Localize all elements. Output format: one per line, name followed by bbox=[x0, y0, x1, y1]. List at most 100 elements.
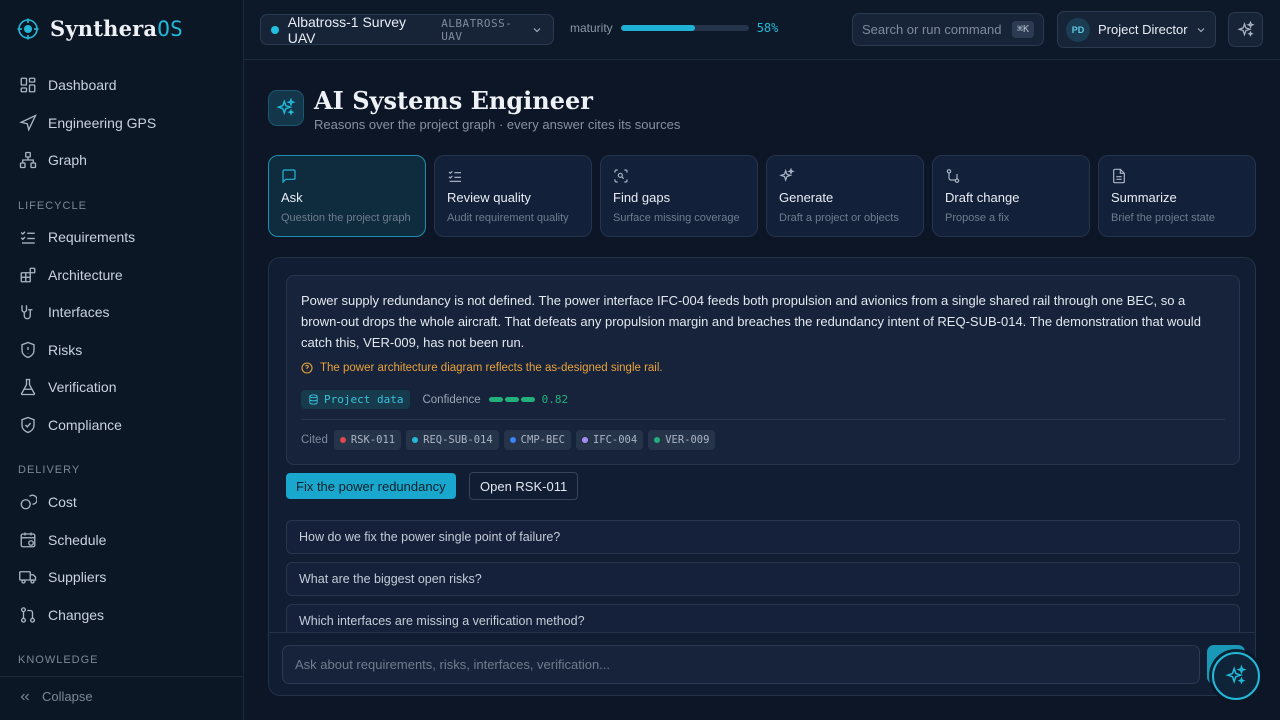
sidebar-item-label: Graph bbox=[48, 152, 87, 168]
sidebar-item-label: Schedule bbox=[48, 532, 107, 548]
sidebar-item-requirements[interactable]: Requirements bbox=[18, 224, 135, 250]
answer-meta: Project data Confidence 0.82 bbox=[301, 390, 568, 409]
brand[interactable]: SyntheraOS bbox=[16, 16, 183, 41]
citation-dot bbox=[412, 437, 419, 443]
mode-card-draft-change[interactable]: Draft change Propose a fix bbox=[932, 155, 1090, 237]
suggested-question[interactable]: How do we fix the power single point of … bbox=[286, 520, 1240, 554]
role-selector[interactable]: PD Project Director bbox=[1057, 11, 1216, 48]
open-risk-button[interactable]: Open RSK-011 bbox=[469, 472, 579, 500]
maturity-label: maturity bbox=[570, 21, 613, 35]
chevron-down-icon bbox=[1195, 24, 1207, 36]
confidence-label: Confidence bbox=[422, 393, 481, 406]
maturity-progress-bar bbox=[620, 25, 749, 31]
ai-floating-button[interactable] bbox=[1212, 652, 1260, 700]
search-shortcut: ⌘K bbox=[1011, 21, 1034, 38]
mode-card-find-gaps[interactable]: Find gaps Surface missing coverage bbox=[600, 155, 758, 237]
source-badge: Project data bbox=[301, 390, 411, 409]
sidebar-item-label: Risks bbox=[48, 342, 83, 358]
mode-description: Draft a project or objects bbox=[779, 212, 899, 224]
project-status-dot bbox=[271, 25, 279, 34]
avatar: PD bbox=[1066, 17, 1090, 42]
nav-section-lifecycle: LIFECYCLE bbox=[18, 200, 87, 212]
ai-assistant-button[interactable] bbox=[1228, 12, 1263, 47]
maturity-value: 58% bbox=[756, 21, 779, 35]
search-placeholder: Search or run command bbox=[862, 22, 1002, 37]
mode-description: Propose a fix bbox=[945, 212, 1010, 224]
collapse-button[interactable]: Collapse bbox=[18, 689, 93, 704]
sidebar-item-label: Interfaces bbox=[48, 304, 110, 320]
sidebar-item-label: Architecture bbox=[48, 267, 123, 283]
maturity-indicator: maturity 58% bbox=[570, 21, 778, 35]
truck-icon bbox=[18, 567, 38, 587]
fix-power-redundancy-button[interactable]: Fix the power redundancy bbox=[286, 473, 456, 499]
sidebar-item-label: Suppliers bbox=[48, 569, 107, 585]
project-name: Albatross-1 Survey UAV bbox=[287, 13, 407, 46]
citation-chip[interactable]: IFC-004 bbox=[575, 430, 644, 450]
logo-icon bbox=[16, 17, 40, 41]
sidebar-item-changes[interactable]: Changes bbox=[18, 602, 104, 628]
chat-input[interactable] bbox=[282, 645, 1200, 684]
citation-chip[interactable]: REQ-SUB-014 bbox=[406, 430, 499, 450]
sidebar-item-verification[interactable]: Verification bbox=[18, 374, 116, 400]
mode-title: Summarize bbox=[1111, 190, 1177, 205]
citation-dot bbox=[581, 437, 588, 443]
sidebar-item-label: Cost bbox=[48, 494, 77, 510]
mode-title: Draft change bbox=[945, 190, 1020, 205]
sidebar-item-label: Engineering GPS bbox=[48, 115, 157, 131]
database-icon bbox=[308, 394, 319, 405]
message-icon bbox=[281, 168, 413, 184]
sidebar-item-cost[interactable]: Cost bbox=[18, 489, 77, 515]
sidebar-item-label: Dashboard bbox=[48, 77, 117, 93]
shield-check-icon bbox=[18, 415, 38, 435]
answer-text: Power supply redundancy is not defined. … bbox=[301, 293, 1201, 350]
plug-icon bbox=[18, 302, 38, 322]
citation-dot bbox=[509, 437, 516, 443]
sidebar-item-dashboard[interactable]: Dashboard bbox=[18, 72, 117, 98]
sparkles-icon bbox=[779, 168, 911, 184]
mode-description: Audit requirement quality bbox=[447, 212, 569, 224]
sidebar-item-interfaces[interactable]: Interfaces bbox=[18, 299, 109, 325]
project-selector[interactable]: Albatross-1 Survey UAV ALBATROSS-UAV bbox=[260, 13, 554, 46]
page-subtitle: Reasons over the project graph · every a… bbox=[314, 117, 681, 132]
mode-title: Generate bbox=[779, 190, 834, 205]
maturity-progress-fill bbox=[620, 25, 695, 31]
sidebar: SyntheraOS Dashboard Engineering GPS Gra… bbox=[0, 0, 244, 720]
architecture-icon bbox=[18, 265, 38, 285]
sparkles-icon bbox=[1225, 665, 1247, 687]
citation-chip[interactable]: RSK-011 bbox=[333, 430, 402, 450]
citation-chip[interactable]: CMP-BEC bbox=[503, 430, 571, 450]
checklist-icon bbox=[18, 227, 38, 247]
sidebar-item-schedule[interactable]: Schedule bbox=[18, 527, 106, 553]
mode-card-generate[interactable]: Generate Draft a project or objects bbox=[766, 155, 924, 237]
citation-chip[interactable]: VER-009 bbox=[648, 430, 716, 450]
sidebar-item-architecture[interactable]: Architecture bbox=[18, 262, 123, 288]
citation-dot bbox=[339, 437, 346, 443]
flask-icon bbox=[18, 377, 38, 397]
mode-description: Question the project graph bbox=[281, 212, 411, 224]
sidebar-item-graph[interactable]: Graph bbox=[18, 147, 87, 173]
mode-card-review-quality[interactable]: Review quality Audit requirement quality bbox=[434, 155, 592, 237]
sidebar-item-label: Compliance bbox=[48, 417, 122, 433]
sidebar-item-engineering-gps[interactable]: Engineering GPS bbox=[18, 110, 156, 136]
suggested-question[interactable]: What are the biggest open risks? bbox=[286, 562, 1240, 596]
brand-name: SyntheraOS bbox=[50, 16, 183, 41]
sidebar-item-compliance[interactable]: Compliance bbox=[18, 412, 122, 438]
confidence-segment bbox=[488, 397, 503, 402]
command-search[interactable]: Search or run command ⌘K bbox=[852, 13, 1044, 46]
confidence-segment bbox=[520, 397, 535, 402]
dashboard-icon bbox=[18, 75, 38, 95]
mode-description: Surface missing coverage bbox=[613, 212, 740, 224]
sidebar-item-label: Changes bbox=[48, 607, 105, 623]
git-compare-icon bbox=[945, 168, 1077, 184]
graph-icon bbox=[18, 150, 38, 170]
sidebar-item-label: Verification bbox=[48, 379, 117, 395]
sidebar-item-suppliers[interactable]: Suppliers bbox=[18, 564, 106, 590]
sidebar-item-label: Requirements bbox=[48, 229, 136, 245]
file-text-icon bbox=[1111, 168, 1243, 184]
sidebar-item-risks[interactable]: Risks bbox=[18, 337, 82, 363]
sidebar-footer: Collapse bbox=[0, 676, 243, 720]
chevrons-left-icon bbox=[18, 690, 32, 704]
mode-card-summarize[interactable]: Summarize Brief the project state bbox=[1098, 155, 1256, 237]
role-name: Project Director bbox=[1098, 22, 1188, 37]
mode-card-ask[interactable]: Ask Question the project graph bbox=[268, 155, 426, 237]
